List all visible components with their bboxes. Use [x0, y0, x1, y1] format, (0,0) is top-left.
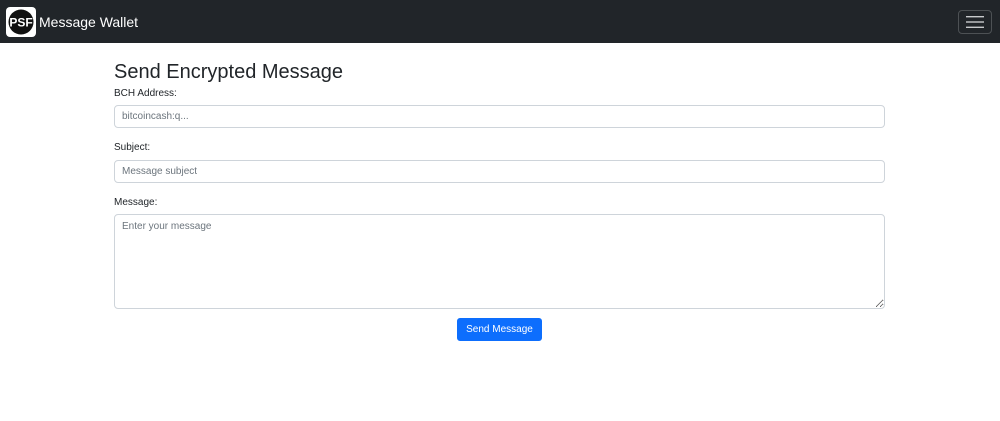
bch-address-input[interactable]: [114, 105, 885, 128]
send-message-form: Send Encrypted Message BCH Address: Subj…: [114, 43, 885, 341]
message-textarea[interactable]: [114, 214, 885, 309]
navbar-brand[interactable]: PSF Message Wallet: [6, 6, 139, 37]
subject-label: Subject:: [114, 142, 151, 153]
subject-input[interactable]: [114, 160, 885, 183]
hamburger-menu-icon: [966, 15, 984, 28]
page-title: Send Encrypted Message: [114, 61, 344, 83]
send-message-button[interactable]: Send Message: [457, 318, 542, 341]
form-actions: Send Message: [114, 318, 885, 341]
navbar-toggle-button[interactable]: [958, 9, 992, 34]
psf-logo-graphic: PSF: [8, 9, 34, 34]
top-navbar: PSF Message Wallet: [0, 0, 1000, 43]
psf-logo-icon: PSF: [6, 6, 36, 37]
bch-address-label: BCH Address:: [114, 88, 177, 99]
brand-title: Message Wallet: [39, 13, 139, 30]
logo-text: PSF: [9, 15, 32, 29]
message-label: Message:: [114, 197, 158, 208]
